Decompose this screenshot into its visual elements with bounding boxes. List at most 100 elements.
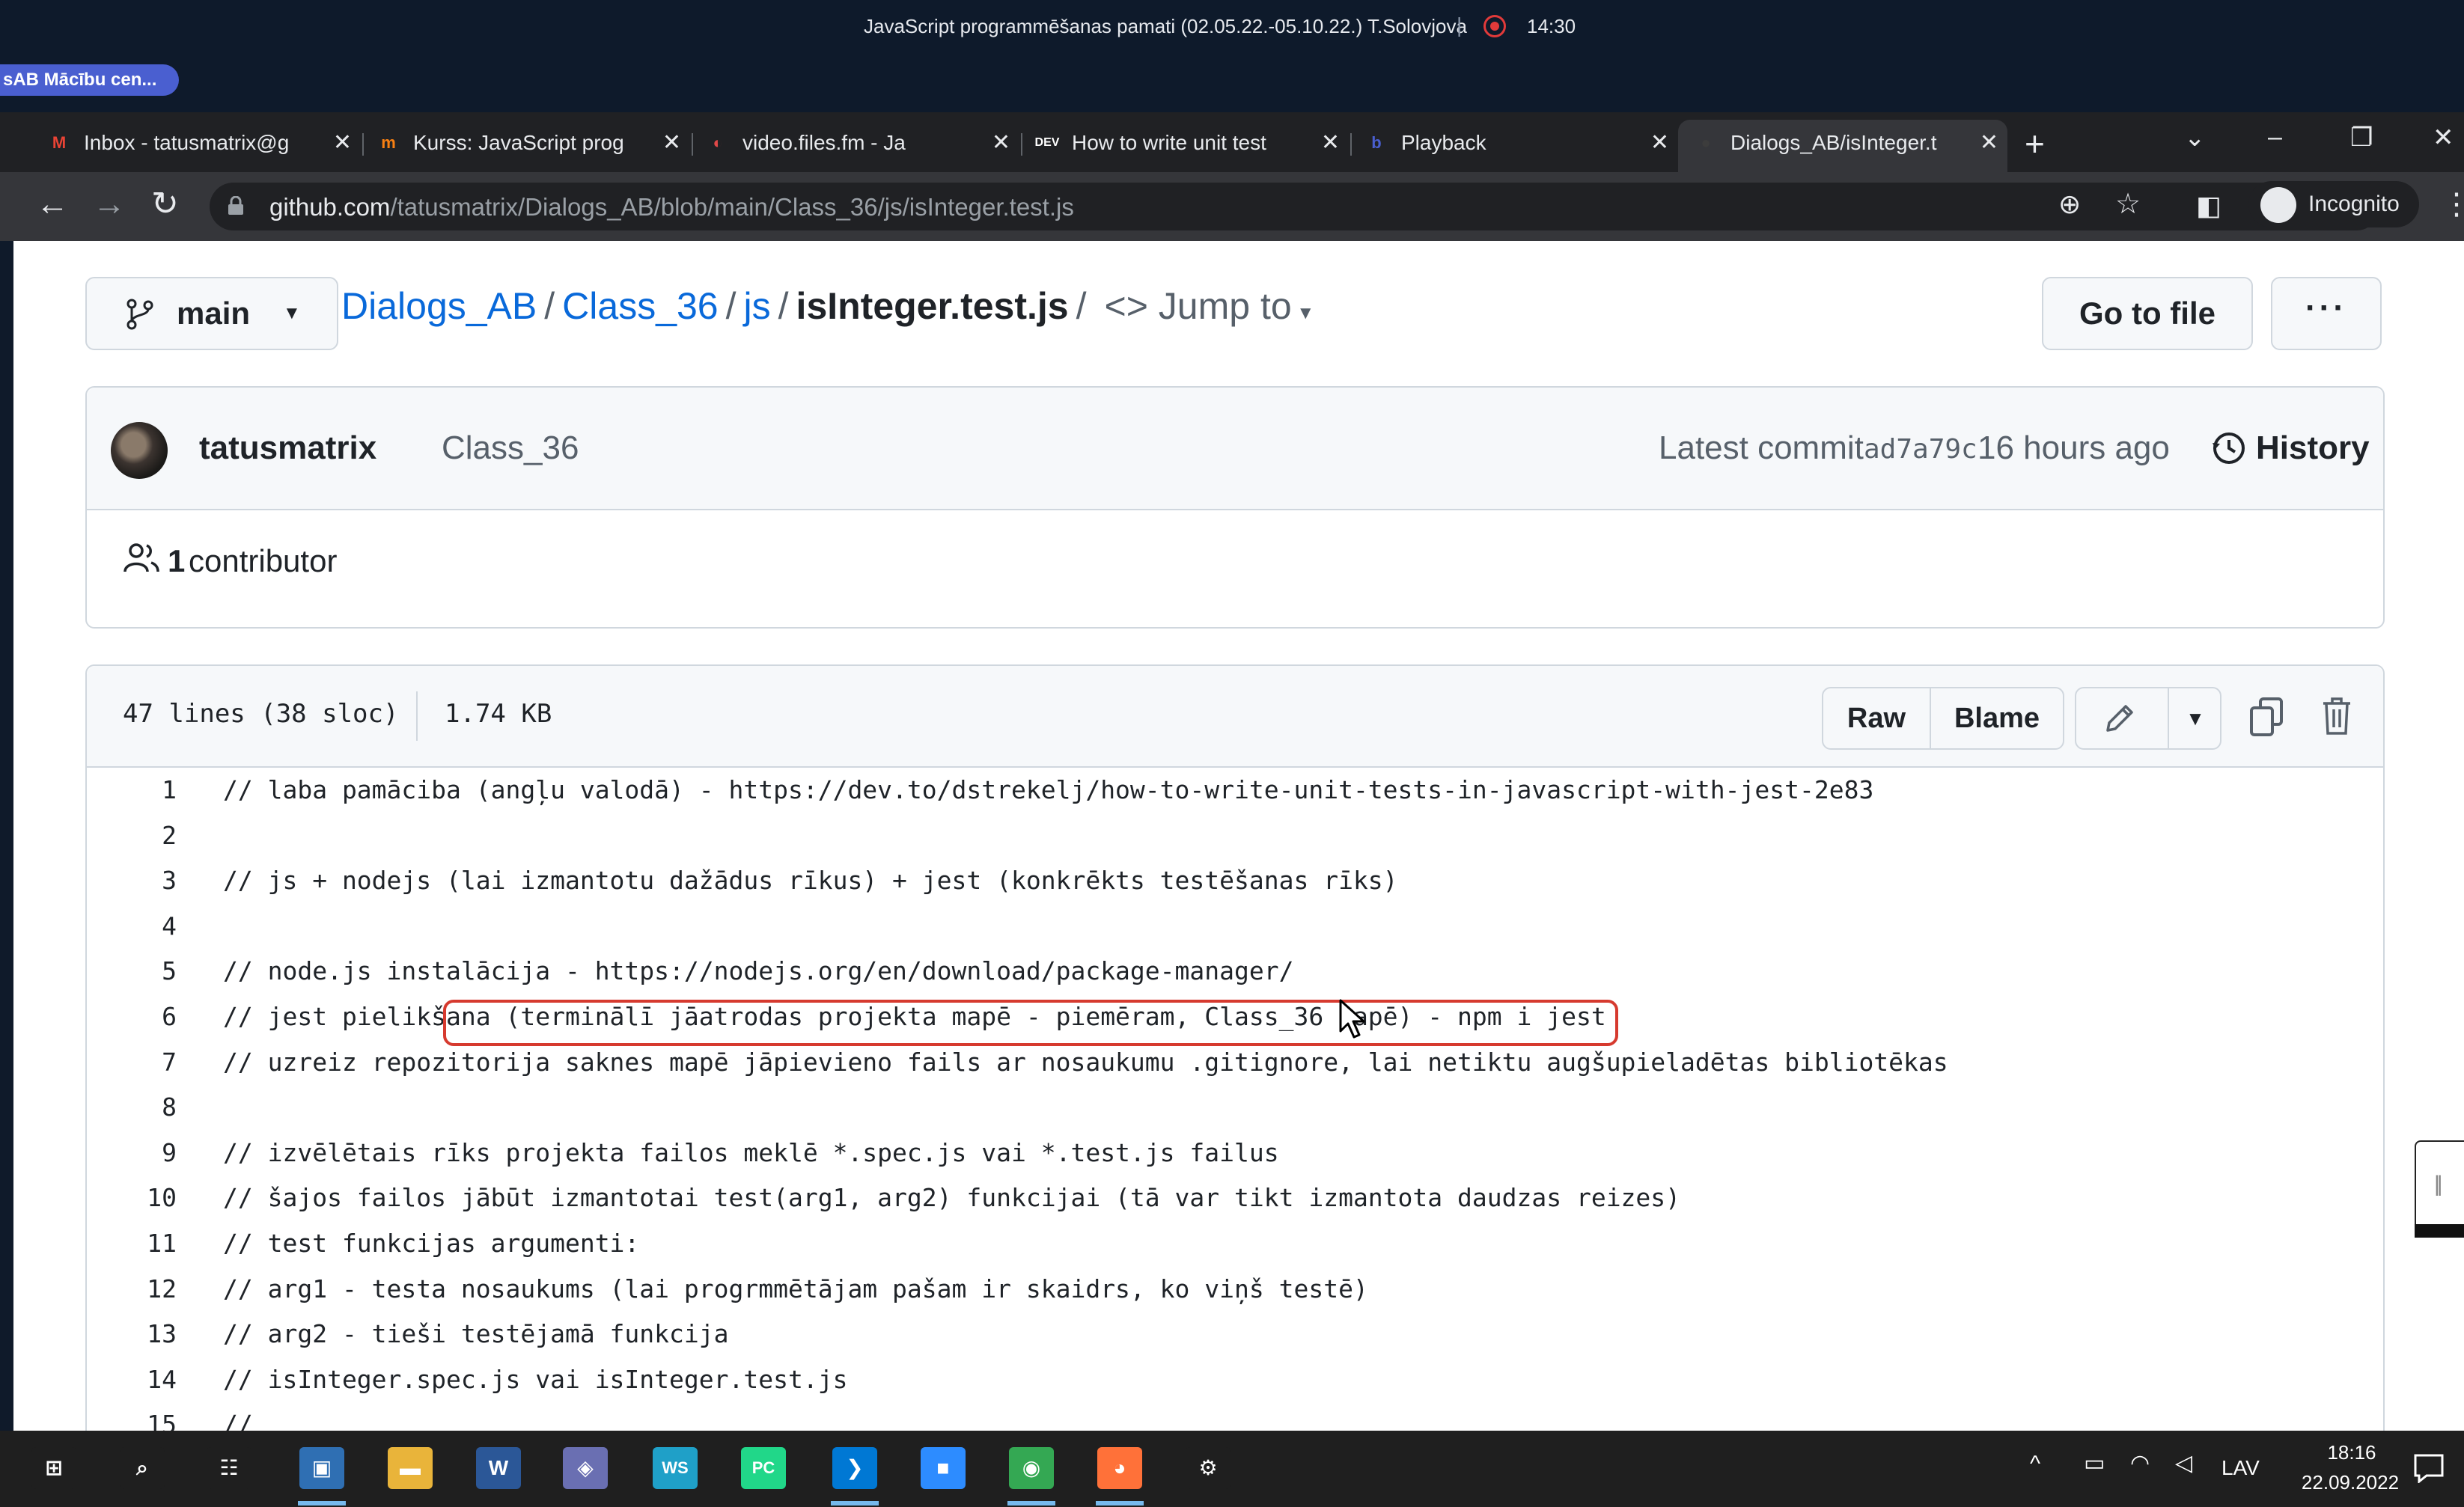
line-content: // js + nodejs (lai izmantotu dažādus rī… (223, 866, 1398, 896)
annotation-highlight (443, 1000, 1618, 1046)
browser-tab[interactable]: b Playback ✕ (1349, 120, 1678, 166)
close-tab-icon[interactable]: ✕ (1650, 120, 1669, 166)
breadcrumb-subfolder[interactable]: js (744, 285, 771, 327)
clock-date[interactable]: 22.09.2022 (2283, 1471, 2418, 1494)
avatar[interactable] (111, 422, 168, 479)
close-tab-icon[interactable]: ✕ (1980, 120, 1998, 166)
jump-to-button[interactable]: <> Jump to ▼ (1094, 285, 1315, 327)
lock-icon (228, 196, 243, 215)
remote-desktop-icon[interactable]: ▣ (299, 1447, 344, 1489)
line-number[interactable]: 6 (87, 994, 177, 1039)
history-link[interactable]: History (2256, 430, 2370, 467)
line-number[interactable]: 9 (87, 1131, 177, 1176)
minimize-icon[interactable]: – (2268, 123, 2282, 152)
settings-icon[interactable]: ⚙ (1186, 1447, 1231, 1489)
incognito-label: Incognito (2308, 192, 2400, 216)
line-number[interactable]: 5 (87, 949, 177, 994)
close-window-icon[interactable]: ✕ (2433, 123, 2454, 153)
raw-button[interactable]: Raw (1823, 688, 1931, 748)
reload-icon[interactable]: ↻ (151, 186, 179, 223)
line-number[interactable]: 14 (87, 1357, 177, 1402)
forward-icon[interactable]: → (93, 186, 126, 223)
vscode-icon[interactable]: ❯ (832, 1447, 877, 1489)
github-file-page: main ▼ Dialogs_AB / Class_36/js / isInteger.… (13, 241, 2464, 1431)
history-icon[interactable] (2210, 430, 2247, 467)
copy-icon[interactable] (2248, 696, 2284, 738)
go-to-file-button[interactable]: Go to file (2042, 277, 2253, 350)
tab-search-icon[interactable]: ⌄ (2184, 123, 2206, 153)
address-bar[interactable]: github.com/tatusmatrix/Dialogs_AB/blob/m… (210, 183, 2380, 230)
word-icon[interactable]: W (476, 1447, 521, 1489)
line-number[interactable]: 2 (87, 813, 177, 858)
webstorm-icon[interactable]: WS (653, 1447, 698, 1489)
breadcrumb-folder[interactable]: Class_36 (562, 285, 718, 327)
pencil-icon[interactable] (2102, 702, 2136, 736)
contributors-count[interactable]: 1 (168, 543, 185, 579)
browser-tab[interactable]: ● Dialogs_AB/isInteger.t ✕ (1678, 120, 2007, 172)
edit-dropdown-icon[interactable]: ▼ (2168, 688, 2221, 748)
zoom-icon[interactable]: ⊕ (2058, 186, 2081, 223)
line-content: // arg2 - tieši testējamā funkcija (223, 1319, 729, 1349)
browser-menu-icon[interactable]: ⋮ (2442, 186, 2464, 223)
back-icon[interactable]: ← (36, 186, 69, 223)
line-number[interactable]: 8 (87, 1085, 177, 1130)
browser-tab[interactable]: ◐ video.files.fm - Ja ✕ (690, 120, 1019, 166)
breadcrumb-repo[interactable]: Dialogs_AB (341, 285, 537, 327)
firefox-icon[interactable]: ◕ (1097, 1447, 1142, 1489)
notifications-icon[interactable] (2413, 1453, 2445, 1483)
presenter-badge[interactable]: sAB Mācību cen... (0, 64, 180, 96)
volume-icon[interactable]: ◁ (2175, 1450, 2192, 1476)
browser-tab[interactable]: DEV How to write unit test ✕ (1019, 120, 1349, 166)
bookmark-star-icon[interactable]: ☆ (2115, 186, 2141, 223)
browser-tab[interactable]: M Inbox - tatusmatrix@g ✕ (31, 120, 361, 166)
latest-commit-label: Latest commit (1659, 430, 1864, 466)
clock-time[interactable]: 18:16 (2308, 1441, 2395, 1464)
line-number[interactable]: 13 (87, 1312, 177, 1357)
app-icon[interactable]: ◈ (563, 1447, 608, 1489)
side-panel-handle[interactable] (2415, 1140, 2464, 1238)
commit-sha[interactable]: ad7a79c (1864, 434, 1977, 465)
line-content: // uzreiz repozitorija saknes mapē jāpie… (223, 1047, 1948, 1077)
wifi-icon[interactable]: ◠ (2130, 1450, 2150, 1476)
branch-selector[interactable]: main ▼ (85, 277, 338, 350)
incognito-indicator[interactable]: Incognito (2248, 181, 2419, 227)
chrome-icon[interactable]: ◉ (1009, 1447, 1054, 1489)
commit-author[interactable]: tatusmatrix (199, 430, 376, 467)
language-indicator[interactable]: LAV (2221, 1456, 2260, 1480)
task-view-icon[interactable]: ☷ (207, 1447, 251, 1489)
close-tab-icon[interactable]: ✕ (333, 120, 352, 166)
line-number[interactable]: 10 (87, 1176, 177, 1220)
line-content: // šajos failos jābūt izmantotai test(ar… (223, 1183, 1681, 1213)
line-number[interactable]: 1 (87, 768, 177, 813)
battery-icon[interactable]: ▭ (2084, 1450, 2105, 1476)
contributors-label[interactable]: contributor (189, 543, 337, 579)
chevron-up-icon[interactable]: ^ (2030, 1452, 2040, 1477)
blame-button[interactable]: Blame (1931, 688, 2063, 748)
restore-icon[interactable]: ❐ (2350, 123, 2373, 153)
close-tab-icon[interactable]: ✕ (1321, 120, 1340, 166)
close-tab-icon[interactable]: ✕ (992, 120, 1010, 166)
commit-message[interactable]: Class_36 (442, 430, 579, 467)
start-icon[interactable]: ⊞ (31, 1447, 76, 1489)
line-number[interactable]: 3 (87, 858, 177, 903)
commit-box: tatusmatrix Class_36 Latest commit ad7a7… (85, 386, 2385, 629)
line-number[interactable]: 4 (87, 904, 177, 949)
meeting-title: JavaScript programmēšanas pamati (02.05.… (864, 15, 1467, 37)
search-icon[interactable]: ⌕ (120, 1447, 165, 1489)
meeting-bar: JavaScript programmēšanas pamati (02.05.… (0, 0, 2464, 112)
line-number[interactable]: 7 (87, 1040, 177, 1085)
trash-icon[interactable] (2322, 696, 2352, 736)
line-number[interactable]: 11 (87, 1221, 177, 1266)
line-number[interactable]: 12 (87, 1267, 177, 1312)
url-host: github.com (269, 193, 391, 221)
side-panel-icon[interactable]: ◧ (2196, 187, 2221, 224)
pycharm-icon[interactable]: PC (741, 1447, 786, 1489)
zoom-icon[interactable]: ■ (921, 1447, 966, 1489)
new-tab-button[interactable]: + (2025, 126, 2045, 161)
file-explorer-icon[interactable]: ▬ (388, 1447, 433, 1489)
browser-tab[interactable]: m Kurss: JavaScript prog ✕ (361, 120, 690, 166)
more-options-button[interactable]: ··· (2271, 277, 2382, 350)
recording-icon (1483, 15, 1506, 37)
line-number[interactable]: 15 (87, 1402, 177, 1431)
close-tab-icon[interactable]: ✕ (662, 120, 681, 166)
